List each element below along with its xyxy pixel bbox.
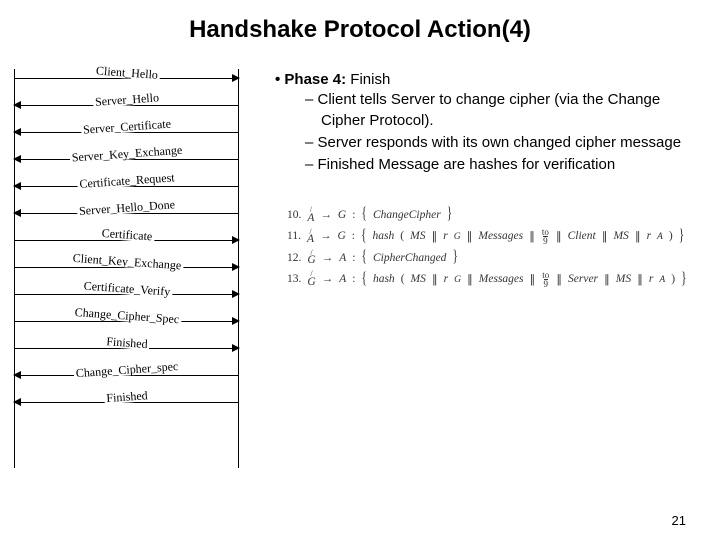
message-row: Server_Certificate xyxy=(14,118,239,145)
content-area: Client_Hello Server_Hello Server_Certifica… xyxy=(0,64,720,540)
right-column: Phase 4: Finish Client tells Server to c… xyxy=(239,64,720,540)
message-label: Server_Hello xyxy=(92,91,161,108)
message-row: Server_Hello_Done xyxy=(14,199,239,226)
equation-line: 12./G → A : {CipherChanged} xyxy=(287,250,704,266)
message-row: Finished xyxy=(14,388,239,415)
message-label: Change_Cipher_Spec xyxy=(72,305,181,325)
bullet-phase4: Phase 4: Finish Client tells Server to c… xyxy=(289,70,704,175)
message-label: Certificate_Verify xyxy=(81,279,172,297)
message-label: Change_Cipher_spec xyxy=(73,359,180,378)
message-label: Certificate_Request xyxy=(77,171,177,190)
bullet-phase4-bold: Phase 4: xyxy=(284,71,346,88)
sequence-diagram: Client_Hello Server_Hello Server_Certifica… xyxy=(14,64,239,540)
message-row: Certificate_Request xyxy=(14,172,239,199)
message-row: Server_Hello xyxy=(14,91,239,118)
message-label: Server_Hello_Done xyxy=(76,198,177,217)
sub-bullet: Finished Message are hashes for verifica… xyxy=(311,155,704,175)
bullet-list: Phase 4: Finish Client tells Server to c… xyxy=(267,70,704,175)
message-row: Certificate_Verify xyxy=(14,280,239,307)
equation-line: 13./G → A : {hash(MS ∥ rG ∥ Messages ∥ t… xyxy=(287,271,704,288)
message-row: Client_Key_Exchange xyxy=(14,253,239,280)
message-row: Client_Hello xyxy=(14,64,239,91)
message-row: Server_Key_Exchange xyxy=(14,145,239,172)
equation-line: 11./A → G : {hash(MS ∥ rG ∥ Messages ∥ t… xyxy=(287,228,704,245)
message-label: Server_Key_Exchange xyxy=(69,143,184,163)
message-row: Finished xyxy=(14,334,239,361)
message-row: Change_Cipher_spec xyxy=(14,361,239,388)
equation-block: 10./A → G : {ChangeCipher} 11./A → G : {h… xyxy=(267,207,704,288)
message-label: Server_Certificate xyxy=(80,117,173,135)
message-row: Change_Cipher_Spec xyxy=(14,307,239,334)
equation-line: 10./A → G : {ChangeCipher} xyxy=(287,207,704,223)
slide-title: Handshake Protocol Action(4) xyxy=(0,0,720,44)
message-label: Certificate xyxy=(99,226,154,242)
bullet-phase4-rest: Finish xyxy=(346,71,390,88)
sub-bullet: Server responds with its own changed cip… xyxy=(311,133,704,153)
message-row: Certificate xyxy=(14,226,239,253)
slide-number: 21 xyxy=(672,513,686,528)
message-label: Finished xyxy=(103,335,149,350)
message-label: Finished xyxy=(103,389,149,404)
sub-bullet: Client tells Server to change cipher (vi… xyxy=(311,90,704,131)
message-label: Client_Key_Exchange xyxy=(70,251,183,271)
message-label: Client_Hello xyxy=(93,64,160,81)
